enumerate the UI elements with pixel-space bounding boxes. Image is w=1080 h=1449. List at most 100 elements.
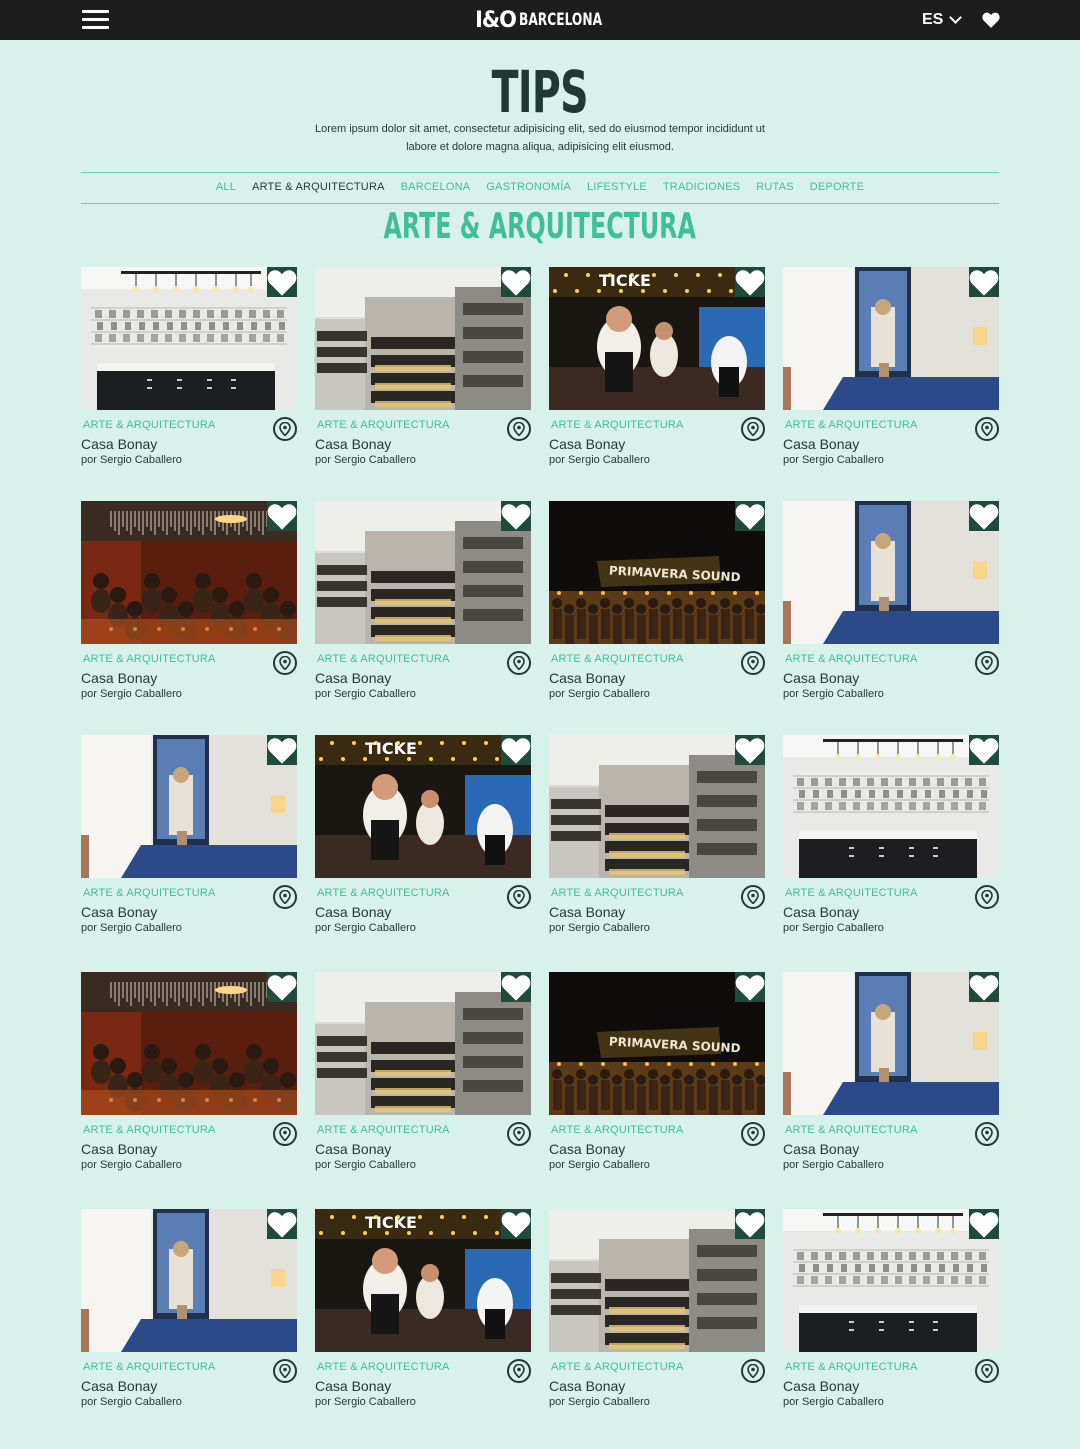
tip-card[interactable]: ARTE & ARQUITECTURA Casa Bonay por Sergi… — [315, 501, 531, 735]
tip-image-primavera-sound[interactable]: PRIMAVERA SOUND — [549, 972, 765, 1115]
favorite-heart-icon[interactable] — [501, 1209, 531, 1239]
tip-image-chef-restaurant[interactable]: TICKE — [315, 1209, 531, 1352]
favorite-heart-icon[interactable] — [501, 735, 531, 765]
favorite-heart-icon[interactable] — [735, 735, 765, 765]
tip-category[interactable]: ARTE & ARQUITECTURA — [785, 419, 918, 431]
tip-category[interactable]: ARTE & ARQUITECTURA — [551, 653, 684, 665]
map-pin-icon[interactable] — [741, 417, 765, 441]
tip-title[interactable]: Casa Bonay — [81, 436, 157, 452]
tip-image-hotel-room[interactable] — [783, 501, 999, 644]
tip-image-city-rooftops[interactable] — [315, 501, 531, 644]
filter-tradiciones[interactable]: TRADICIONES — [655, 181, 748, 193]
tip-title[interactable]: Casa Bonay — [315, 1378, 391, 1394]
favorite-heart-icon[interactable] — [501, 267, 531, 297]
tip-category[interactable]: ARTE & ARQUITECTURA — [317, 419, 450, 431]
tip-card[interactable]: ARTE & ARQUITECTURA Casa Bonay por Sergi… — [81, 735, 297, 972]
favorite-heart-icon[interactable] — [267, 972, 297, 1002]
tip-image-chef-restaurant[interactable]: TICKE — [315, 735, 531, 878]
tip-title[interactable]: Casa Bonay — [549, 1141, 625, 1157]
tip-card[interactable]: ARTE & ARQUITECTURA Casa Bonay por Sergi… — [549, 1209, 765, 1446]
map-pin-icon[interactable] — [741, 1359, 765, 1383]
favorite-heart-icon[interactable] — [501, 972, 531, 1002]
tip-title[interactable]: Casa Bonay — [783, 670, 859, 686]
filter-rutas[interactable]: RUTAS — [748, 181, 801, 193]
map-pin-icon[interactable] — [975, 1122, 999, 1146]
favorite-heart-icon[interactable] — [501, 501, 531, 531]
tip-title[interactable]: Casa Bonay — [81, 1378, 157, 1394]
favorite-heart-icon[interactable] — [969, 501, 999, 531]
tip-category[interactable]: ARTE & ARQUITECTURA — [785, 653, 918, 665]
tip-title[interactable]: Casa Bonay — [81, 904, 157, 920]
tip-image-dining-crowd[interactable] — [81, 501, 297, 644]
tip-card[interactable]: ARTE & ARQUITECTURA Casa Bonay por Sergi… — [81, 972, 297, 1209]
favorite-heart-icon[interactable] — [267, 1209, 297, 1239]
map-pin-icon[interactable] — [273, 1359, 297, 1383]
tip-image-city-rooftops[interactable] — [315, 267, 531, 410]
tip-category[interactable]: ARTE & ARQUITECTURA — [83, 419, 216, 431]
favorite-heart-icon[interactable] — [969, 267, 999, 297]
tip-card[interactable]: ARTE & ARQUITECTURA Casa Bonay por Sergi… — [81, 1209, 297, 1446]
tip-card[interactable]: TICKE ARTE & ARQUITECTURA Casa Bonay por… — [549, 267, 765, 501]
tip-image-hotel-room[interactable] — [783, 267, 999, 410]
tip-title[interactable]: Casa Bonay — [549, 436, 625, 452]
map-pin-icon[interactable] — [975, 1359, 999, 1383]
tip-title[interactable]: Casa Bonay — [81, 670, 157, 686]
filter-deporte[interactable]: DEPORTE — [802, 181, 872, 193]
tip-card[interactable]: ARTE & ARQUITECTURA Casa Bonay por Sergi… — [783, 972, 999, 1209]
tip-image-chef-restaurant[interactable]: TICKE — [549, 267, 765, 410]
tip-category[interactable]: ARTE & ARQUITECTURA — [83, 1124, 216, 1136]
favorite-heart-icon[interactable] — [267, 735, 297, 765]
favorite-heart-icon[interactable] — [735, 267, 765, 297]
tip-category[interactable]: ARTE & ARQUITECTURA — [785, 1124, 918, 1136]
tip-title[interactable]: Casa Bonay — [783, 436, 859, 452]
tip-category[interactable]: ARTE & ARQUITECTURA — [317, 887, 450, 899]
tip-title[interactable]: Casa Bonay — [783, 1141, 859, 1157]
filter-all[interactable]: ALL — [208, 181, 244, 193]
tip-title[interactable]: Casa Bonay — [81, 1141, 157, 1157]
tip-category[interactable]: ARTE & ARQUITECTURA — [551, 1124, 684, 1136]
tip-title[interactable]: Casa Bonay — [315, 670, 391, 686]
map-pin-icon[interactable] — [273, 885, 297, 909]
tip-card[interactable]: TICKE ARTE & ARQUITECTURA Casa Bonay por… — [315, 1209, 531, 1446]
tip-card[interactable]: ARTE & ARQUITECTURA Casa Bonay por Sergi… — [783, 1209, 999, 1446]
tip-category[interactable]: ARTE & ARQUITECTURA — [785, 1361, 918, 1373]
map-pin-icon[interactable] — [507, 1122, 531, 1146]
map-pin-icon[interactable] — [741, 885, 765, 909]
tip-card[interactable]: PRIMAVERA SOUND ARTE & ARQUITECTURA Casa… — [549, 972, 765, 1209]
favorite-heart-icon[interactable] — [735, 1209, 765, 1239]
tip-title[interactable]: Casa Bonay — [549, 670, 625, 686]
tip-title[interactable]: Casa Bonay — [783, 1378, 859, 1394]
tip-card[interactable]: ARTE & ARQUITECTURA Casa Bonay por Sergi… — [783, 267, 999, 501]
tip-card[interactable]: ARTE & ARQUITECTURA Casa Bonay por Sergi… — [315, 972, 531, 1209]
tip-title[interactable]: Casa Bonay — [315, 436, 391, 452]
map-pin-icon[interactable] — [975, 651, 999, 675]
map-pin-icon[interactable] — [741, 1122, 765, 1146]
filter-gastronomía[interactable]: GASTRONOMÍA — [478, 181, 579, 193]
map-pin-icon[interactable] — [273, 651, 297, 675]
map-pin-icon[interactable] — [975, 417, 999, 441]
tip-image-store-interior[interactable] — [783, 1209, 999, 1352]
tip-image-city-rooftops[interactable] — [549, 1209, 765, 1352]
tip-category[interactable]: ARTE & ARQUITECTURA — [83, 653, 216, 665]
tip-category[interactable]: ARTE & ARQUITECTURA — [317, 653, 450, 665]
map-pin-icon[interactable] — [273, 417, 297, 441]
filter-lifestyle[interactable]: LIFESTYLE — [579, 181, 655, 193]
tip-category[interactable]: ARTE & ARQUITECTURA — [551, 419, 684, 431]
tip-card[interactable]: ARTE & ARQUITECTURA Casa Bonay por Sergi… — [783, 501, 999, 735]
tip-card[interactable]: ARTE & ARQUITECTURA Casa Bonay por Sergi… — [81, 267, 297, 501]
tip-title[interactable]: Casa Bonay — [783, 904, 859, 920]
tip-category[interactable]: ARTE & ARQUITECTURA — [83, 1361, 216, 1373]
tip-category[interactable]: ARTE & ARQUITECTURA — [317, 1361, 450, 1373]
tip-image-dining-crowd[interactable] — [81, 972, 297, 1115]
map-pin-icon[interactable] — [975, 885, 999, 909]
map-pin-icon[interactable] — [273, 1122, 297, 1146]
language-selector[interactable]: ES — [922, 11, 963, 29]
tip-title[interactable]: Casa Bonay — [315, 1141, 391, 1157]
map-pin-icon[interactable] — [741, 651, 765, 675]
tip-category[interactable]: ARTE & ARQUITECTURA — [551, 887, 684, 899]
site-logo[interactable]: I&O BARCELONA — [474, 8, 634, 33]
tip-category[interactable]: ARTE & ARQUITECTURA — [83, 887, 216, 899]
map-pin-icon[interactable] — [507, 417, 531, 441]
filter-barcelona[interactable]: BARCELONA — [393, 181, 479, 193]
filter-arte-arquitectura[interactable]: ARTE & ARQUITECTURA — [244, 181, 393, 193]
